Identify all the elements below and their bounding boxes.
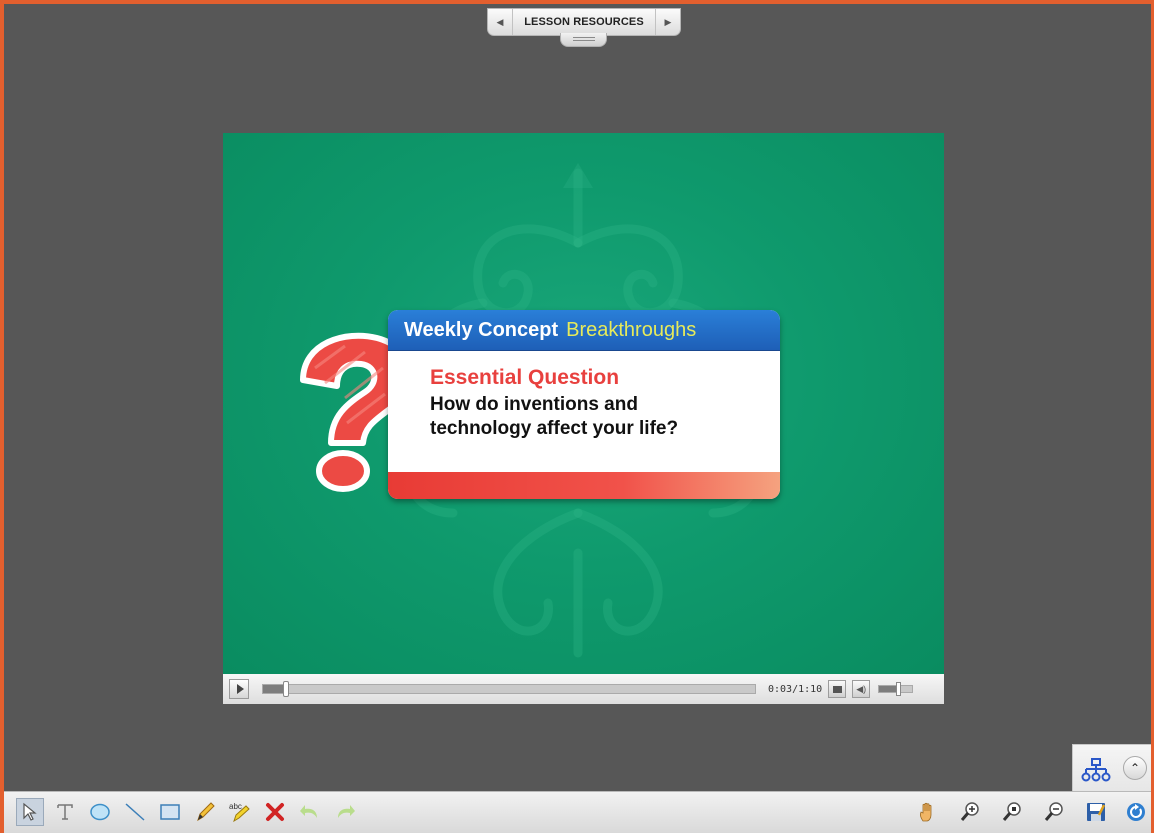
triangle-left-icon: ◀ [496,16,504,27]
essential-question-text: How do inventions and technology affect … [430,394,679,439]
save-tool[interactable] [1082,798,1110,826]
undo-icon [300,805,317,818]
rectangle-icon [160,804,180,820]
zoom-out-icon [1044,802,1063,821]
redo-icon [338,805,355,818]
refresh-icon [1127,803,1145,821]
ellipse-icon [90,803,110,821]
text-tool[interactable] [51,798,79,826]
zoom-in-icon [960,802,979,821]
tab-drag-handle[interactable] [560,33,607,47]
save-icon [1087,803,1106,821]
next-resource-button[interactable]: ▶ [655,9,680,35]
lesson-resources-label: LESSON RESOURCES [524,16,644,28]
spell-highlighter-tool[interactable]: abc [226,798,254,826]
hand-icon [920,802,932,822]
red-x-icon [266,803,284,821]
pen-tool[interactable] [191,798,219,826]
rectangle-tool[interactable] [156,798,184,826]
zoom-out-tool[interactable] [1040,798,1068,826]
seek-progress [263,685,285,693]
highlighter-abc-icon: abc [229,802,250,823]
pencil-icon [197,802,215,822]
fullscreen-button[interactable] [828,680,847,698]
collapse-button[interactable]: ⌃ [1123,756,1147,780]
text-icon [57,804,73,820]
seek-thumb[interactable] [283,681,290,697]
weekly-concept-label: Weekly Concept [404,318,559,341]
player-controls: 0:03/1:10 ◀) [223,674,944,704]
select-tool[interactable] [16,798,44,826]
video-slide[interactable]: Weekly Concept Breakthroughs Essential Q… [223,133,944,674]
redo-tool[interactable] [331,798,359,826]
play-button[interactable] [229,679,249,699]
zoom-reset-tool[interactable] [998,798,1026,826]
chevron-up-icon: ⌃ [1129,761,1141,775]
ellipse-tool[interactable] [86,798,114,826]
prev-resource-button[interactable]: ◀ [488,9,513,35]
card-footer [388,472,780,499]
volume-button[interactable]: ◀) [852,680,871,698]
volume-slider[interactable] [878,682,914,696]
triangle-right-icon: ▶ [664,16,672,27]
pan-tool[interactable] [914,798,942,826]
zoom-in-tool[interactable] [956,798,984,826]
video-player: Weekly Concept Breakthroughs Essential Q… [223,133,944,704]
refresh-tool[interactable] [1122,798,1150,826]
zoom-fit-icon [1002,802,1021,821]
line-icon [125,803,145,821]
seek-bar[interactable] [262,681,756,697]
sitemap-icon[interactable] [1081,758,1111,782]
essential-question-heading: Essential Question [430,366,620,389]
navigation-panel: ⌃ [1072,744,1154,792]
essential-question-card: Weekly Concept Breakthroughs Essential Q… [388,310,780,499]
undo-tool[interactable] [296,798,324,826]
lesson-resources-tab[interactable]: ◀ LESSON RESOURCES ▶ [487,8,681,36]
volume-thumb[interactable] [896,682,902,696]
card-body: Essential Question How do inventions and… [388,351,780,463]
line-tool[interactable] [121,798,149,826]
time-display: 0:03/1:10 [768,683,823,695]
speaker-icon: ◀) [856,683,867,694]
svg-text:abc: abc [229,802,242,811]
annotation-toolbar: abc [4,791,1154,833]
card-header: Weekly Concept Breakthroughs [388,310,780,351]
delete-tool[interactable] [261,798,289,826]
breakthroughs-label: Breakthroughs [566,318,697,341]
arrow-cursor-icon [23,802,37,821]
